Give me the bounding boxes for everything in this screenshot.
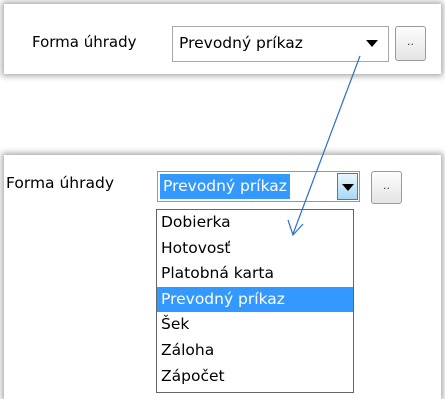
annotation-arrow	[287, 55, 361, 237]
